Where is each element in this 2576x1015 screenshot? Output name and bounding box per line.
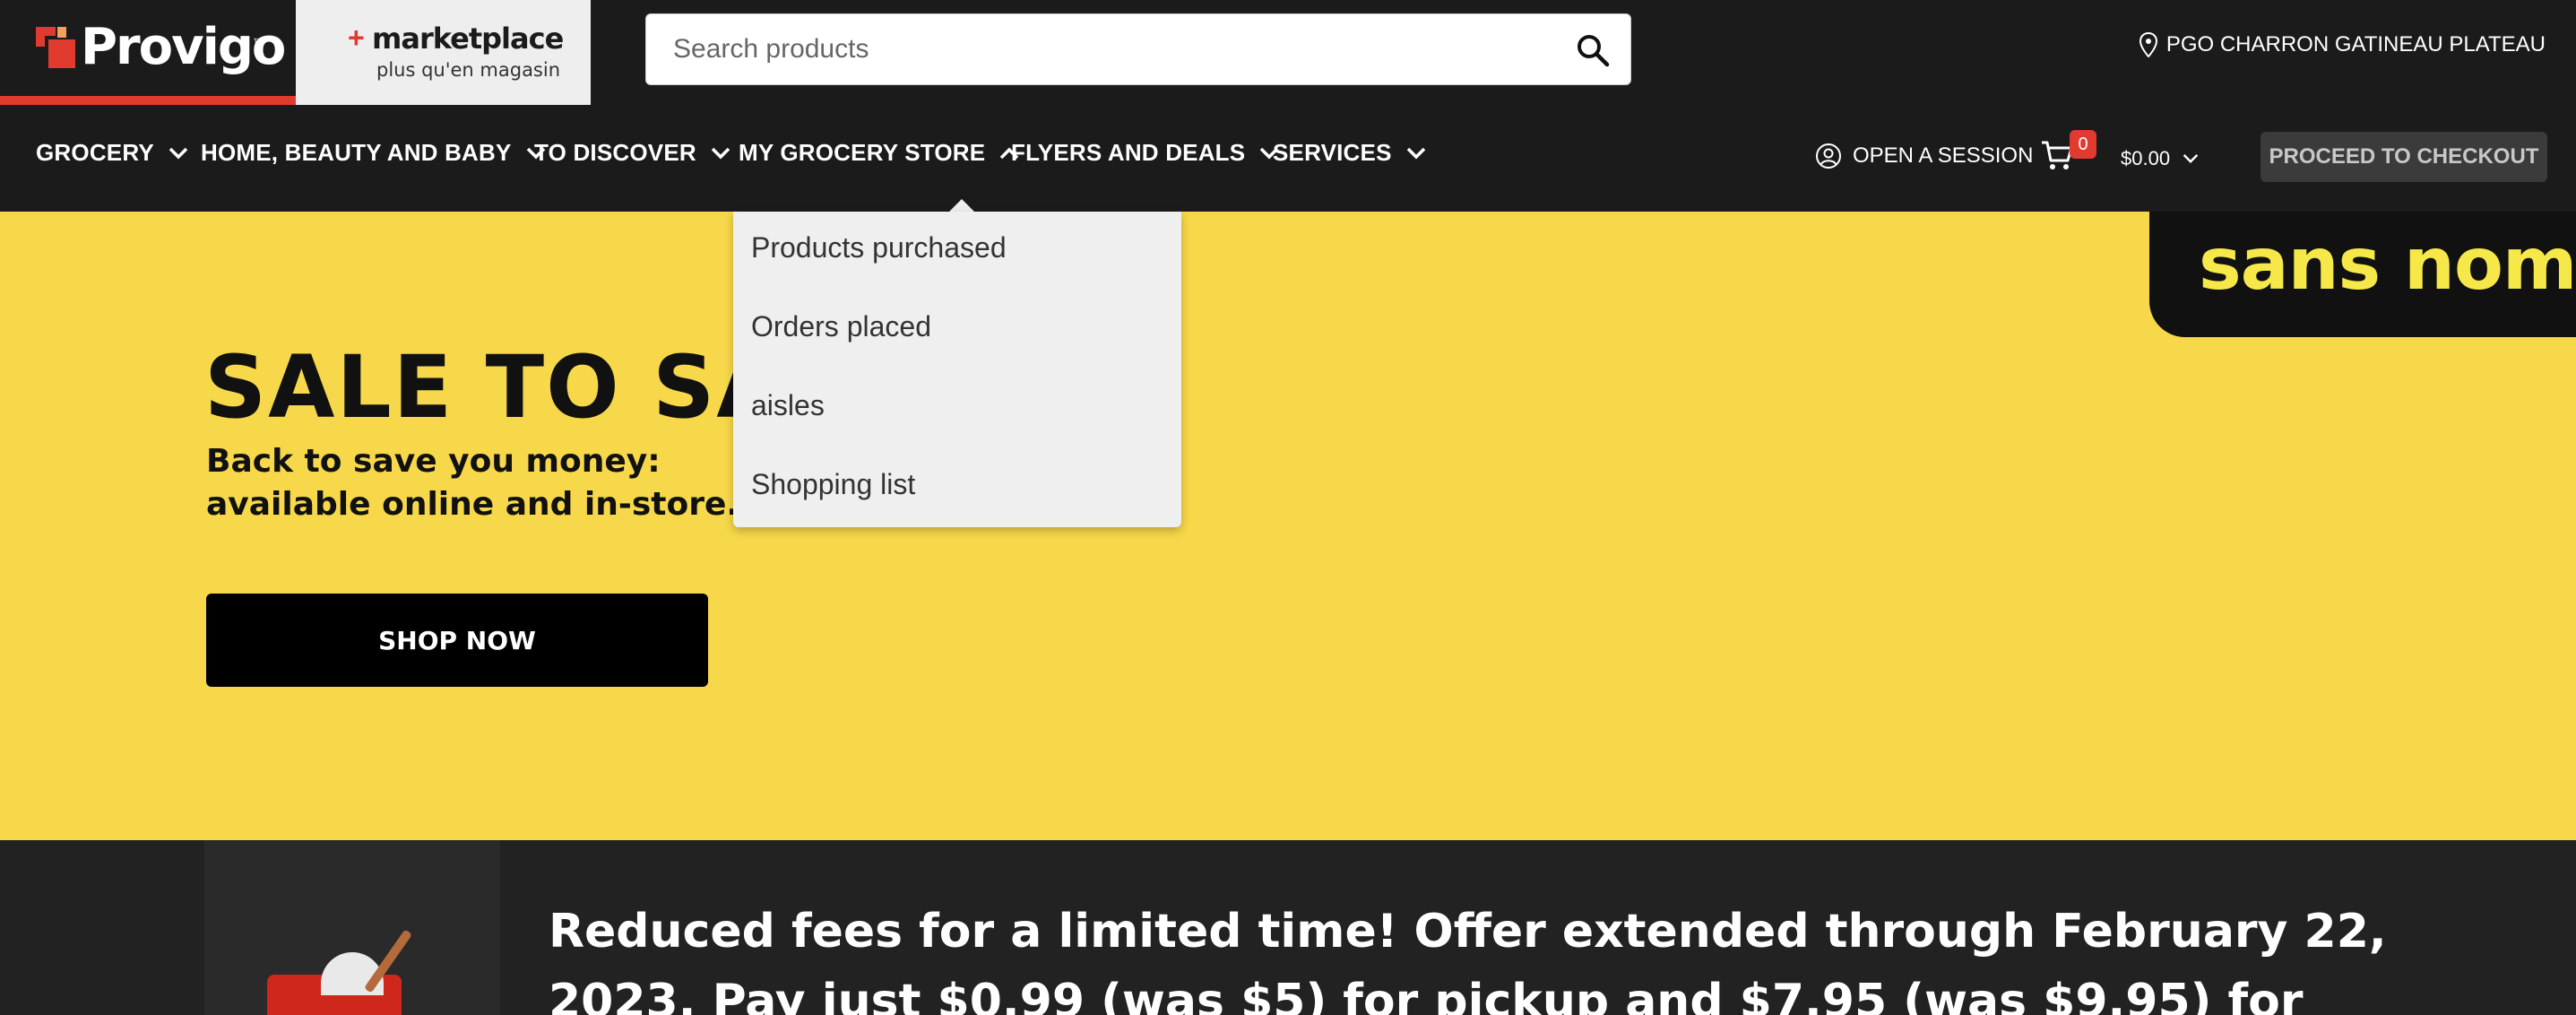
open-session-label: OPEN A SESSION <box>1853 143 2034 168</box>
provigo-logo-icon <box>36 27 75 68</box>
menu-item-products-purchased[interactable]: Products purchased <box>751 231 1007 265</box>
nav-label: FLYERS AND DEALS <box>1011 139 1246 166</box>
provigo-logo[interactable]: Provigo ™ <box>0 0 296 105</box>
menu-item-aisles[interactable]: aisles <box>751 389 825 422</box>
marketplace-link[interactable]: + marketplace plus qu'en magasin <box>296 0 591 105</box>
cart-count-badge: 0 <box>2070 130 2096 159</box>
cart-total-dropdown[interactable]: $0.00 <box>2121 147 2199 170</box>
nav-label: TO DISCOVER <box>534 139 696 166</box>
search-bar <box>645 13 1631 85</box>
menu-item-orders-placed[interactable]: Orders placed <box>751 310 931 343</box>
promo-banner: Reduced fees for a limited time! Offer e… <box>0 840 2576 1015</box>
store-location-label: PGO CHARRON GATINEAU PLATEAU <box>2165 32 2546 56</box>
nav-to-discover[interactable]: TO DISCOVER <box>534 139 730 167</box>
top-bar: Provigo ™ + marketplace plus qu'en magas… <box>0 0 2576 105</box>
main-nav: GROCERY HOME, BEAUTY AND BABY TO DISCOVE… <box>0 105 2576 212</box>
shop-now-button[interactable]: SHOP NOW <box>206 594 708 687</box>
location-pin-icon <box>2139 32 2157 57</box>
my-grocery-store-menu: Products purchased Orders placed aisles … <box>733 212 1181 527</box>
open-session-link[interactable]: OPEN A SESSION <box>1815 143 2033 169</box>
nav-label: HOME, BEAUTY AND BABY <box>201 139 512 166</box>
hero-banner: SALE TO SAVE Back to save you money: ava… <box>0 212 2576 840</box>
nav-flyers-deals[interactable]: FLYERS AND DEALS <box>1011 139 1279 167</box>
nav-services[interactable]: SERVICES <box>1273 139 1426 167</box>
marketplace-subtitle: plus qu'en magasin <box>376 59 561 81</box>
user-icon <box>1816 143 1841 169</box>
store-location[interactable]: PGO CHARRON GATINEAU PLATEAU <box>2139 32 2546 57</box>
nav-grocery[interactable]: GROCERY <box>36 139 188 167</box>
nav-label: GROCERY <box>36 139 154 166</box>
marketplace-plus-icon: + <box>348 22 365 54</box>
no-name-brand-badge: sans nom <box>2149 212 2576 337</box>
nav-home-beauty-baby[interactable]: HOME, BEAUTY AND BABY <box>201 139 546 167</box>
nav-label: SERVICES <box>1273 139 1392 166</box>
active-underline <box>0 96 296 105</box>
chevron-down-icon <box>711 147 730 159</box>
cart-total-value: $0.00 <box>2121 147 2171 169</box>
chevron-down-icon <box>1406 147 1425 159</box>
nav-label: MY GROCERY STORE <box>739 139 986 166</box>
chevron-down-icon <box>2183 154 2199 164</box>
nav-my-grocery-store[interactable]: MY GROCERY STORE <box>739 139 1019 167</box>
logo-trademark: ™ <box>253 36 264 48</box>
menu-item-shopping-list[interactable]: Shopping list <box>751 468 915 501</box>
no-name-brand-text: sans nom <box>2199 222 2576 306</box>
promo-image <box>204 840 500 1015</box>
marketplace-title: marketplace <box>372 22 564 56</box>
search-input[interactable] <box>673 14 1534 84</box>
proceed-to-checkout-button[interactable]: PROCEED TO CHECKOUT <box>2260 132 2547 182</box>
chevron-down-icon <box>169 147 188 159</box>
promo-text: Reduced fees for a limited time! Offer e… <box>549 905 2387 1015</box>
dropdown-caret <box>948 199 975 213</box>
search-icon[interactable] <box>1575 32 1611 68</box>
